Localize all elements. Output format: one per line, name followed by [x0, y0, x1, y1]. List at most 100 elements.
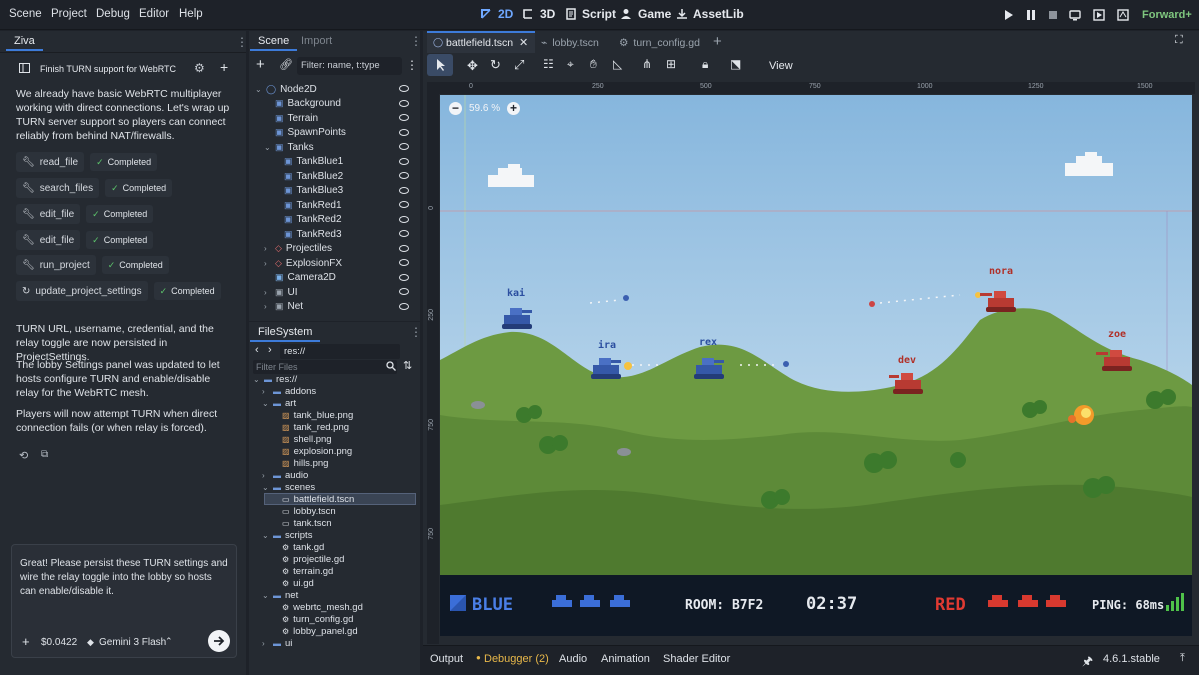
node-filter-input[interactable]: Filter: name, t:type [297, 57, 402, 75]
chevron-right-icon[interactable]: › [262, 471, 269, 480]
play-icon[interactable] [1002, 9, 1014, 21]
scene-node[interactable]: › ◇ Projectiles [264, 242, 332, 256]
folder-item[interactable]: ⌄ ▬ art [262, 397, 296, 409]
file-item[interactable]: ⚙ terrain.gd [271, 565, 333, 577]
tool-chip[interactable]: 🔧︎ search_files [16, 178, 100, 198]
pivot-icon[interactable]: ⌖ [567, 57, 574, 72]
tool-chip[interactable]: 🔧︎ edit_file [16, 204, 81, 224]
visibility-eye-icon[interactable] [399, 85, 409, 92]
stop-icon[interactable] [1047, 9, 1059, 21]
chevron-down-icon[interactable]: ⌄ [262, 591, 269, 600]
zoom-out-button[interactable]: − [449, 101, 462, 115]
grid-snap-icon[interactable]: ⊞ [666, 57, 676, 71]
file-item[interactable]: ⚙ ui.gd [271, 577, 314, 589]
chevron-right-icon[interactable]: › [264, 244, 271, 253]
chevron-right-icon[interactable]: › [262, 639, 269, 648]
path-field[interactable]: res:// [280, 344, 400, 359]
tool-chip[interactable]: ↻ update_project_settings [16, 281, 148, 301]
tab-lobby[interactable]: ⌁ lobby.tscn [541, 34, 599, 52]
scene-node[interactable]: › ▣ Net [264, 300, 303, 314]
menu-scene[interactable]: Scene [9, 8, 42, 20]
search-icon[interactable] [386, 361, 396, 371]
file-item[interactable]: ▭ battlefield.tscn [271, 493, 354, 505]
distraction-free-icon[interactable]: ⛶ [1175, 34, 1183, 47]
model-selector[interactable]: Gemini 3 Flash [99, 637, 166, 648]
scene-node[interactable]: ▣ TankRed3 [273, 227, 342, 241]
scene-node[interactable]: ▣ TankRed2 [273, 213, 342, 227]
chevron-down-icon[interactable]: ⌄ [262, 483, 269, 492]
pan-hand-icon[interactable]: ✋︎ [590, 57, 597, 72]
lock-icon[interactable]: 🔒︎ [702, 57, 708, 72]
scene-viewport[interactable]: kai ira rex dev nora zoe BLUE ROOM: B7F2… [440, 95, 1192, 636]
tab-battlefield[interactable]: ◯ battlefield.tscn ✕ [427, 31, 535, 53]
visibility-eye-icon[interactable] [399, 99, 409, 107]
file-item[interactable]: ▨ tank_blue.png [271, 409, 353, 421]
file-item[interactable]: ⚙ projectile.gd [271, 553, 344, 565]
remote-debug-icon[interactable] [1069, 9, 1081, 21]
scene-node[interactable]: › ▣ UI [264, 285, 298, 299]
scale-icon[interactable]: ⤢ [514, 57, 524, 73]
tool-chip[interactable]: 🔧︎ edit_file [16, 230, 81, 250]
tool-chip[interactable]: 🔧︎ run_project [16, 255, 96, 275]
folder-item[interactable]: › ▬ audio [262, 469, 308, 481]
workspace-2d-button[interactable]: 2D [480, 7, 513, 21]
scene-node[interactable]: ▣ Background [264, 97, 341, 111]
panel-menu-icon[interactable]: ⋮ [236, 35, 248, 49]
tab-debugger[interactable]: Debugger (2) [484, 653, 549, 665]
group-icon[interactable]: ⬔ [730, 57, 741, 71]
workspace-3d-button[interactable]: 3D [522, 7, 555, 21]
visibility-eye-icon[interactable] [399, 172, 409, 179]
play-custom-scene-icon[interactable] [1117, 9, 1129, 21]
settings-gear-icon[interactable]: ⚙ [194, 61, 205, 75]
dock-menu-icon[interactable]: ⋮ [410, 34, 422, 48]
folder-item[interactable]: › ▬ addons [262, 385, 316, 397]
menu-debug[interactable]: Debug [96, 8, 130, 20]
chevron-right-icon[interactable]: › [264, 259, 271, 268]
chevron-right-icon[interactable]: › [264, 288, 271, 297]
file-item[interactable]: ▨ tank_red.png [271, 421, 349, 433]
rotate-icon[interactable]: ↻ [490, 57, 501, 73]
scene-node[interactable]: ▣ Terrain [264, 111, 318, 125]
select-mode-button[interactable] [427, 54, 453, 76]
file-item[interactable]: ⚙ tank.gd [271, 541, 324, 553]
tab-output[interactable]: Output [430, 653, 463, 665]
workspace-script-button[interactable]: Script [565, 7, 616, 21]
scene-node[interactable]: ▣ SpawnPoints [264, 126, 346, 140]
play-scene-icon[interactable] [1093, 9, 1105, 21]
zoom-in-button[interactable]: + [507, 101, 520, 115]
file-item[interactable]: ▨ hills.png [271, 457, 328, 469]
folder-item[interactable]: ⌄ ▬ net [262, 589, 298, 601]
filter-options-icon[interactable]: ⋮ [406, 58, 418, 72]
folder-item[interactable]: › ▬ ui [262, 637, 292, 649]
tab-filesystem[interactable]: FileSystem [250, 322, 321, 342]
workspace-assetlib-button[interactable]: AssetLib [676, 7, 744, 21]
scene-node[interactable]: ▣ TankBlue3 [273, 184, 343, 198]
dock-menu-icon[interactable]: ⋮ [410, 325, 422, 339]
visibility-eye-icon[interactable] [399, 273, 409, 281]
file-item[interactable]: ▭ tank.tscn [271, 517, 332, 529]
tool-chip[interactable]: 🔧︎ read_file [16, 152, 85, 172]
file-item[interactable]: ⚙ turn_config.gd [271, 613, 353, 625]
copy-icon[interactable]: ⧉ [41, 449, 48, 460]
chat-input-text[interactable]: Great! Please persist these TURN setting… [20, 557, 228, 599]
list-select-icon[interactable]: ☷ [543, 57, 554, 71]
visibility-eye-icon[interactable] [399, 143, 409, 150]
menu-help[interactable]: Help [179, 8, 203, 20]
file-item[interactable]: ▨ shell.png [271, 433, 332, 445]
smart-snap-icon[interactable]: ⋔ [642, 57, 652, 71]
folder-item[interactable]: ⌄ ▬ scenes [262, 481, 315, 493]
add-node-plus-icon[interactable]: + [256, 56, 265, 73]
tab-ziva[interactable]: Ziva [6, 31, 43, 51]
menu-editor[interactable]: Editor [139, 8, 169, 20]
file-item[interactable]: ▨ explosion.png [271, 445, 352, 457]
visibility-eye-icon[interactable] [399, 230, 409, 237]
visibility-eye-icon[interactable] [399, 128, 409, 136]
menu-project[interactable]: Project [51, 8, 87, 20]
workspace-game-button[interactable]: Game [620, 7, 671, 21]
file-item[interactable]: ▭ lobby.tscn [271, 505, 336, 517]
tab-audio[interactable]: Audio [559, 653, 587, 665]
zoom-level[interactable]: 59.6 % [469, 103, 500, 114]
scene-node[interactable]: ▣ Camera2D [264, 271, 336, 285]
scene-node[interactable]: › ◇ ExplosionFX [264, 256, 342, 270]
back-chevron-icon[interactable]: ‹ [255, 344, 259, 356]
